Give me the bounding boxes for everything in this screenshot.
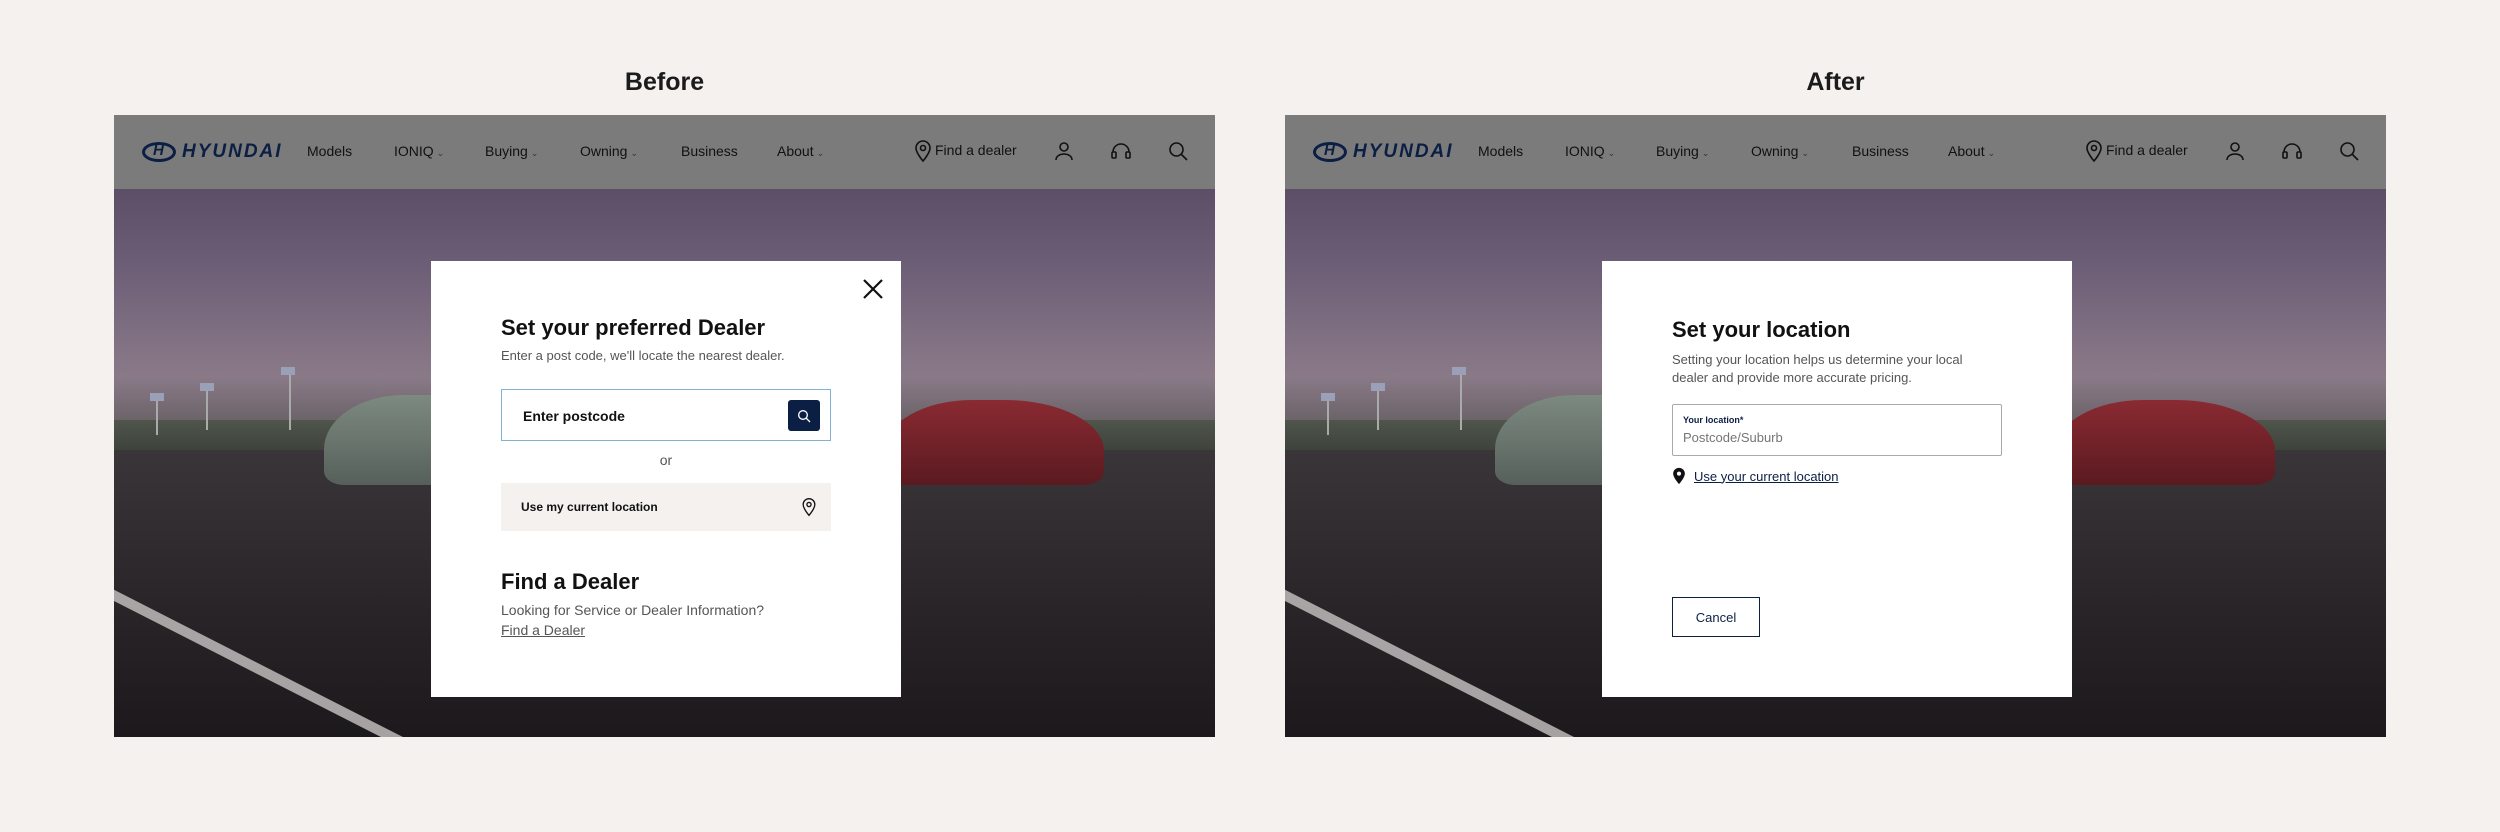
chevron-down-icon: ⌄ [436, 148, 445, 158]
nav-item-buying[interactable]: Buying ⌄ [1656, 143, 1709, 159]
postcode-input[interactable]: Enter postcode [501, 389, 831, 441]
search-icon [798, 409, 811, 422]
location-field[interactable]: Your location* [1672, 404, 2002, 456]
flag-pole [1460, 370, 1462, 430]
current-location-label: Use my current location [521, 500, 658, 514]
chevron-down-icon: ⌄ [530, 148, 539, 158]
flag-pole [156, 395, 158, 435]
after-title: After [1806, 68, 1865, 96]
nav-item-models[interactable]: Models [1478, 143, 1523, 159]
find-dealer-title: Find a Dealer [501, 569, 640, 594]
modal-subtitle: Enter a post code, we'll locate the near… [501, 348, 785, 363]
before-screen: HYUNDAI Models IONIQ⌄ Buying⌄ Owning⌄ Bu… [114, 115, 1215, 737]
find-dealer-link[interactable]: Find a dealer [935, 142, 1017, 158]
flag-pole [1327, 395, 1329, 435]
modal-description: Setting your location helps us determine… [1672, 352, 1963, 385]
chevron-down-icon: ⌄ [816, 148, 825, 158]
find-dealer-link[interactable]: Find a Dealer [501, 622, 585, 638]
use-current-location-button[interactable]: Use my current location [501, 483, 831, 531]
nav-item-models[interactable]: Models [307, 143, 352, 159]
user-icon[interactable] [1052, 139, 1076, 163]
chevron-down-icon: ⌄ [630, 148, 639, 158]
use-current-location-link[interactable]: Use your current location [1672, 467, 1839, 485]
map-pin-icon[interactable] [911, 139, 935, 163]
flag [1321, 393, 1335, 401]
modal-title: Set your preferred Dealer [501, 315, 766, 340]
location-field-label: Your location* [1683, 415, 1744, 425]
hyundai-logo[interactable]: HYUNDAI [1313, 141, 1454, 163]
chevron-down-icon: ⌄ [1987, 148, 1996, 158]
use-location-label: Use your current location [1694, 468, 1839, 484]
flag-pole [289, 370, 291, 430]
location-input[interactable] [1683, 430, 1983, 445]
nav-item-owning[interactable]: Owning ⌄ [580, 143, 638, 159]
find-dealer-text: Looking for Service or Dealer Informatio… [501, 602, 765, 618]
nav-item-ioniq[interactable]: IONIQ ⌄ [1565, 143, 1615, 159]
top-nav: HYUNDAI Models IONIQ⌄ Buying⌄ Owning⌄ Bu… [114, 115, 1215, 189]
nav-item-owning[interactable]: Owning ⌄ [1751, 143, 1809, 159]
close-icon[interactable] [861, 277, 885, 301]
modal-title: Set your location [1672, 317, 1851, 342]
nav-item-about[interactable]: About ⌄ [1948, 143, 1995, 159]
flag [200, 383, 214, 391]
postcode-placeholder: Enter postcode [523, 408, 625, 424]
nav-item-buying[interactable]: Buying ⌄ [485, 143, 538, 159]
car-red [884, 400, 1104, 485]
nav-item-about[interactable]: About ⌄ [777, 143, 824, 159]
set-location-modal: Set your location Setting your location … [1602, 261, 2072, 697]
nav-item-business[interactable]: Business [1852, 143, 1909, 159]
chevron-down-icon: ⌄ [1607, 148, 1616, 158]
hyundai-logo[interactable]: HYUNDAI [142, 141, 283, 163]
search-icon[interactable] [2337, 139, 2361, 163]
headset-icon[interactable] [1109, 139, 1133, 163]
cancel-button[interactable]: Cancel [1672, 597, 1760, 637]
flag [1371, 383, 1385, 391]
flag [1452, 367, 1466, 375]
find-dealer-link[interactable]: Find a dealer [2106, 142, 2188, 158]
before-title: Before [624, 68, 705, 96]
or-divider: or [659, 452, 673, 468]
hyundai-mark-icon [1313, 142, 1347, 162]
flag-pole [206, 385, 208, 430]
nav-item-business[interactable]: Business [681, 143, 738, 159]
nav-item-ioniq[interactable]: IONIQ ⌄ [394, 143, 444, 159]
flag [150, 393, 164, 401]
car-red [2055, 400, 2275, 485]
top-nav: HYUNDAI Models IONIQ⌄ Buying⌄ Owning⌄ Bu… [1285, 115, 2386, 189]
map-pin-icon [1673, 467, 1685, 485]
search-icon[interactable] [1166, 139, 1190, 163]
brand-text: HYUNDAI [1353, 141, 1454, 162]
user-icon[interactable] [2223, 139, 2247, 163]
map-pin-icon [802, 497, 816, 517]
chevron-down-icon: ⌄ [1701, 148, 1710, 158]
brand-text: HYUNDAI [182, 141, 283, 162]
headset-icon[interactable] [2280, 139, 2304, 163]
postcode-search-button[interactable] [788, 400, 820, 431]
flag [281, 367, 295, 375]
chevron-down-icon: ⌄ [1801, 148, 1810, 158]
map-pin-icon[interactable] [2082, 139, 2106, 163]
after-screen: HYUNDAI Models IONIQ⌄ Buying⌄ Owning⌄ Bu… [1285, 115, 2386, 737]
preferred-dealer-modal: Set your preferred Dealer Enter a post c… [431, 261, 901, 697]
flag-pole [1377, 385, 1379, 430]
hyundai-mark-icon [142, 142, 176, 162]
